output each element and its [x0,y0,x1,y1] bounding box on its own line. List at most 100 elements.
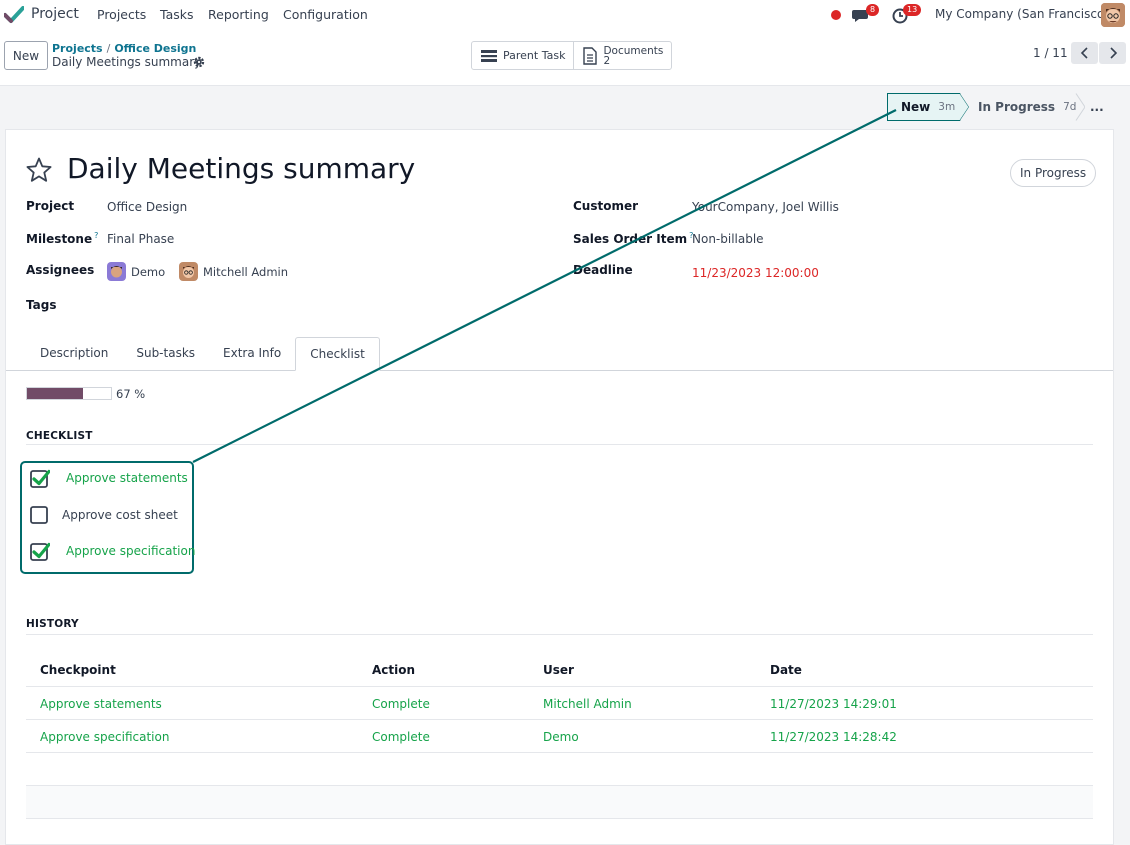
documents-button[interactable]: Documents 2 [574,42,671,69]
checked-checkbox-icon[interactable] [30,541,50,561]
customer-field[interactable]: YourCompany, Joel Willis [692,200,839,214]
empty-checkbox-icon[interactable] [30,505,50,525]
history-section-title: HISTORY [26,618,79,630]
stage-statusbar: New 3m In Progress 7d ... [887,93,1114,121]
activities-badge: 13 [903,4,922,16]
checklist-item-label: Approve statements [66,471,188,485]
breadcrumb: Projects / Office Design [52,42,196,55]
company-switcher[interactable]: My Company (San Francisco) [935,7,1109,21]
project-field[interactable]: Office Design [107,200,187,214]
history-cell-action: Complete [372,697,430,711]
history-section-divider [26,634,1093,635]
gear-icon[interactable] [192,55,206,69]
assignee-tag-demo[interactable]: Demo [107,262,165,281]
menu-configuration[interactable]: Configuration [283,7,368,22]
demo-avatar [107,262,126,281]
deadline-label: Deadline [573,263,633,277]
empty-table-row [26,786,1093,818]
tags-label: Tags [26,298,57,312]
breadcrumb-office-design[interactable]: Office Design [114,42,196,55]
checklist-progress-bar [26,387,112,400]
checklist-item-label: Approve cost sheet [62,508,178,522]
sales-order-item-field[interactable]: Non-billable [692,232,764,246]
assignee-tag-mitchell-admin[interactable]: Mitchell Admin [179,262,288,281]
milestone-field[interactable]: Final Phase [107,232,174,246]
history-cell-checkpoint: Approve statements [40,697,162,711]
milestone-help-icon[interactable]: ? [94,231,98,240]
checklist-progress-label: 67 % [116,387,146,401]
project-label: Project [26,199,75,213]
milestone-label-text: Milestone [26,232,93,246]
table-row-divider [26,818,1093,819]
parent-task-label: Parent Task [503,49,566,62]
pager-next-button[interactable] [1099,42,1126,64]
stage-more-button[interactable]: ... [1090,93,1104,121]
history-cell-checkpoint: Approve specification [40,730,170,744]
task-state-button[interactable]: In Progress [1010,159,1097,187]
stage-new-button[interactable]: New 3m [901,93,955,121]
column-header-date[interactable]: Date [770,663,802,677]
checklist-item-label: Approve specification [66,544,196,558]
sales-order-item-label: Sales Order Item? [573,231,693,246]
notebook-tabs: Description Sub-tasks Extra Info Checkli… [26,337,380,371]
checklist-section-divider [26,444,1093,445]
deadline-field[interactable]: 11/23/2023 12:00:00 [692,266,819,280]
history-cell-user: Demo [543,730,579,744]
history-cell-action: Complete [372,730,430,744]
chevron-left-icon [1080,47,1088,59]
history-cell-user: Mitchell Admin [543,697,632,711]
user-avatar[interactable] [1101,3,1125,27]
pager-previous-button[interactable] [1071,42,1098,64]
assignee-mitchell-admin-name: Mitchell Admin [203,264,289,279]
new-button[interactable]: New [4,41,48,70]
breadcrumb-projects[interactable]: Projects [52,42,103,55]
column-header-user[interactable]: User [543,663,574,677]
tab-checklist[interactable]: Checklist [295,337,380,371]
table-row-divider [26,719,1093,720]
customer-label: Customer [573,199,639,213]
documents-label: Documents [603,44,664,57]
assignees-label: Assignees [26,263,95,277]
tab-description[interactable]: Description [26,337,123,371]
parent-task-button[interactable]: Parent Task [472,42,575,69]
tab-sub-tasks[interactable]: Sub-tasks [122,337,210,371]
top-navbar: Project Projects Tasks Reporting Configu… [0,0,1130,30]
app-name[interactable]: Project [31,6,79,22]
checked-checkbox-icon[interactable] [30,468,50,488]
sales-order-item-label-text: Sales Order Item [573,232,688,246]
mitchell-admin-avatar [179,262,198,281]
checklist-item-approve-statements[interactable]: Approve statements [30,468,188,488]
stage-in-progress-button[interactable]: In Progress 7d [978,93,1076,121]
project-app-logo-icon[interactable] [4,6,24,24]
tab-extra-info[interactable]: Extra Info [209,337,296,371]
menu-projects[interactable]: Projects [97,7,146,22]
menu-tasks[interactable]: Tasks [160,7,194,22]
checklist-item-approve-cost-sheet[interactable]: Approve cost sheet [30,505,178,525]
star-icon[interactable] [25,156,53,184]
milestone-label: Milestone? [26,231,98,246]
checklist-progress-fill [27,388,84,399]
checklist-item-approve-specification[interactable]: Approve specification [30,541,195,561]
parent-task-icon [481,49,497,62]
task-title[interactable]: Daily Meetings summary [67,152,415,185]
breadcrumb-current-record: Daily Meetings summary [52,55,202,69]
stage-new-time: 3m [938,101,956,113]
column-header-checkpoint[interactable]: Checkpoint [40,663,116,677]
empty-table-row [26,753,1093,785]
history-cell-date: 11/27/2023 14:28:42 [770,730,897,744]
stage-in-progress-label: In Progress [978,100,1056,114]
table-header-divider [26,686,1093,687]
stage-new-label: New [901,100,931,114]
menu-reporting[interactable]: Reporting [208,7,269,22]
messages-badge: 8 [866,4,880,16]
history-cell-date: 11/27/2023 14:29:01 [770,697,897,711]
assignee-demo-name: Demo [131,264,166,279]
status-dot-icon[interactable] [831,10,841,20]
checklist-section-title: CHECKLIST [26,430,93,442]
documents-count: 2 [603,54,611,67]
smart-buttons: Parent Task Documents 2 [471,41,673,70]
breadcrumb-separator: / [106,42,111,55]
chevron-right-icon [1109,47,1117,59]
column-header-action[interactable]: Action [372,663,415,677]
pager-value[interactable]: 1 / 11 [1033,46,1068,60]
